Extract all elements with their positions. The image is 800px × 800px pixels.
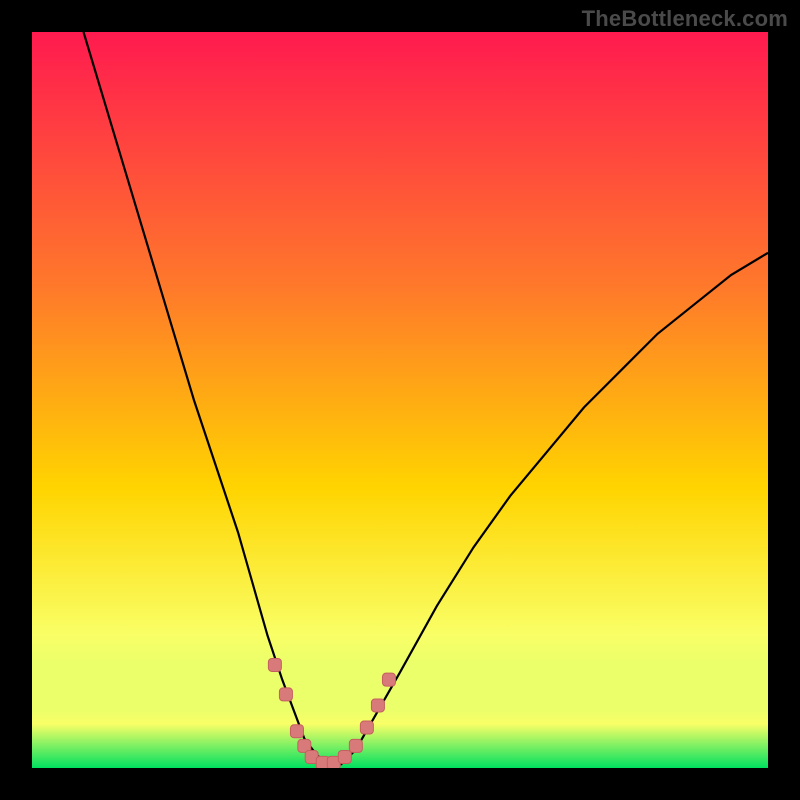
marker-point [382, 673, 395, 686]
plot-area [32, 32, 768, 768]
marker-point [279, 688, 292, 701]
marker-point [360, 721, 373, 734]
chart-frame: TheBottleneck.com [0, 0, 800, 800]
marker-point [349, 739, 362, 752]
marker-point [371, 699, 384, 712]
watermark-text: TheBottleneck.com [582, 6, 788, 32]
marker-point [290, 725, 303, 738]
marker-point [268, 658, 281, 671]
gradient-background [32, 32, 768, 768]
plot-svg [32, 32, 768, 768]
marker-point [338, 750, 351, 763]
